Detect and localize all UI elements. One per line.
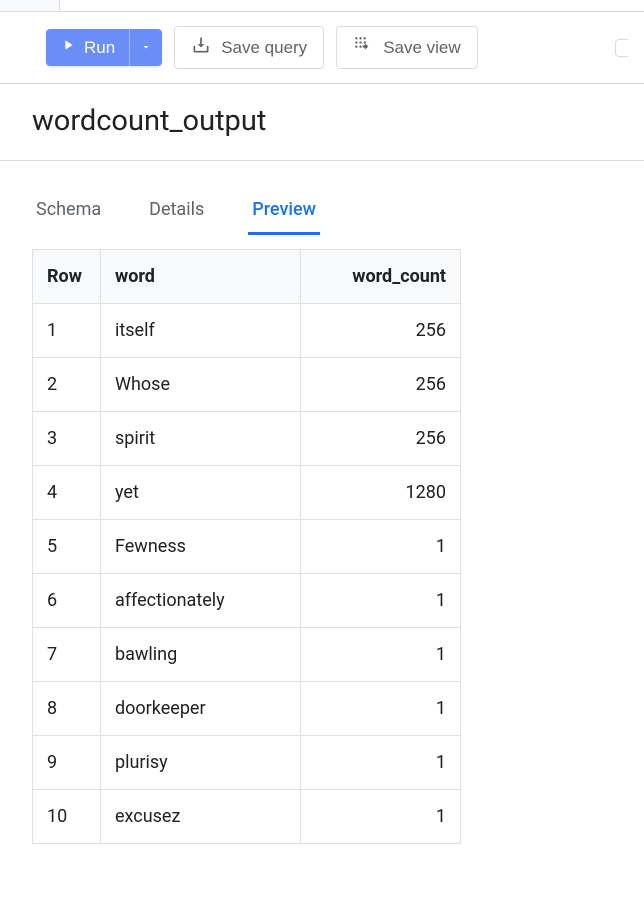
cell-row-number: 7 bbox=[33, 628, 101, 682]
cell-word-count: 1 bbox=[301, 520, 461, 574]
cell-word-count: 1 bbox=[301, 628, 461, 682]
toolbar: Run Save query Save view bbox=[0, 12, 644, 84]
cell-word: yet bbox=[101, 466, 301, 520]
table-row: 10excusez1 bbox=[33, 790, 461, 844]
download-icon bbox=[191, 35, 211, 60]
save-query-label: Save query bbox=[221, 38, 307, 58]
cell-word-count: 1 bbox=[301, 736, 461, 790]
cell-row-number: 9 bbox=[33, 736, 101, 790]
cell-row-number: 10 bbox=[33, 790, 101, 844]
tab-details[interactable]: Details bbox=[145, 191, 208, 235]
cell-row-number: 2 bbox=[33, 358, 101, 412]
table-row: 9plurisy1 bbox=[33, 736, 461, 790]
save-view-label: Save view bbox=[383, 38, 460, 58]
cell-word: spirit bbox=[101, 412, 301, 466]
cell-word: doorkeeper bbox=[101, 682, 301, 736]
cell-row-number: 5 bbox=[33, 520, 101, 574]
run-dropdown-button[interactable] bbox=[129, 29, 162, 66]
chevron-down-icon bbox=[140, 38, 152, 57]
run-button-label: Run bbox=[84, 38, 115, 58]
tabs: Schema Details Preview bbox=[0, 191, 644, 235]
table-row: 1itself256 bbox=[33, 304, 461, 358]
cell-word: Whose bbox=[101, 358, 301, 412]
table-header-row: Row word word_count bbox=[33, 250, 461, 304]
top-tab-strip bbox=[0, 0, 644, 12]
tab-schema[interactable]: Schema bbox=[32, 191, 105, 235]
cell-word-count: 1 bbox=[301, 682, 461, 736]
cell-word-count: 1 bbox=[301, 574, 461, 628]
tab-label: Details bbox=[149, 199, 204, 220]
run-button-group: Run bbox=[46, 29, 162, 66]
preview-table: Row word word_count 1itself2562Whose2563… bbox=[32, 249, 461, 844]
table-row: 5Fewness1 bbox=[33, 520, 461, 574]
table-row: 8doorkeeper1 bbox=[33, 682, 461, 736]
table-row: 7bawling1 bbox=[33, 628, 461, 682]
top-tab-cell bbox=[0, 0, 60, 11]
table-save-icon bbox=[353, 35, 373, 60]
cell-word-count: 256 bbox=[301, 304, 461, 358]
cell-word-count: 1280 bbox=[301, 466, 461, 520]
table-row: 6affectionately1 bbox=[33, 574, 461, 628]
cell-row-number: 6 bbox=[33, 574, 101, 628]
cell-word: Fewness bbox=[101, 520, 301, 574]
header-row: Row bbox=[33, 250, 101, 304]
cell-row-number: 1 bbox=[33, 304, 101, 358]
page-title: wordcount_output bbox=[0, 84, 644, 161]
cell-word: affectionately bbox=[101, 574, 301, 628]
tab-label: Preview bbox=[252, 199, 316, 220]
overflow-button[interactable] bbox=[615, 39, 628, 57]
run-button[interactable]: Run bbox=[46, 29, 129, 66]
cell-word-count: 256 bbox=[301, 412, 461, 466]
save-query-button[interactable]: Save query bbox=[174, 26, 324, 69]
cell-word: excusez bbox=[101, 790, 301, 844]
table-row: 4yet1280 bbox=[33, 466, 461, 520]
cell-word-count: 1 bbox=[301, 790, 461, 844]
cell-word-count: 256 bbox=[301, 358, 461, 412]
cell-word: bawling bbox=[101, 628, 301, 682]
header-word-count: word_count bbox=[301, 250, 461, 304]
table-row: 3spirit256 bbox=[33, 412, 461, 466]
cell-row-number: 3 bbox=[33, 412, 101, 466]
play-icon bbox=[60, 37, 76, 58]
cell-word: plurisy bbox=[101, 736, 301, 790]
cell-row-number: 4 bbox=[33, 466, 101, 520]
cell-word: itself bbox=[101, 304, 301, 358]
table-row: 2Whose256 bbox=[33, 358, 461, 412]
tab-label: Schema bbox=[36, 199, 101, 220]
tab-preview[interactable]: Preview bbox=[248, 191, 320, 235]
save-view-button[interactable]: Save view bbox=[336, 26, 477, 69]
cell-row-number: 8 bbox=[33, 682, 101, 736]
header-word: word bbox=[101, 250, 301, 304]
